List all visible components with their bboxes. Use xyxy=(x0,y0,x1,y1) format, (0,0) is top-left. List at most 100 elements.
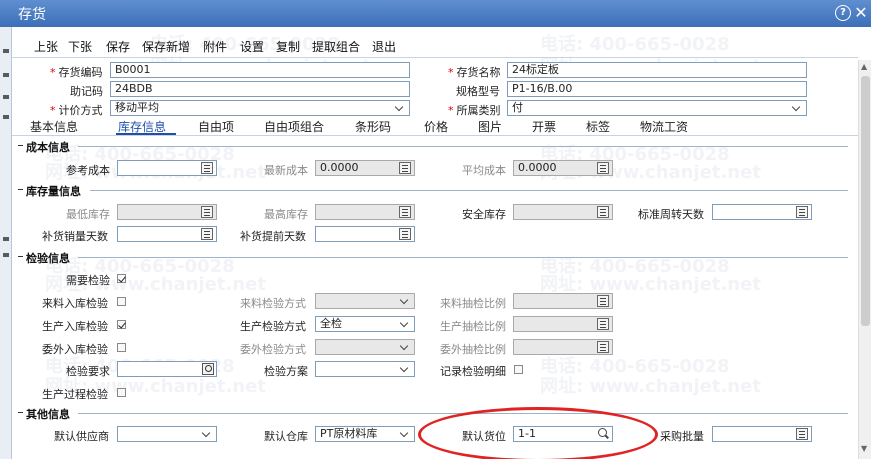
save-and-new-button[interactable]: 保存新增 xyxy=(142,38,190,55)
tab-barcode[interactable]: 条形码 xyxy=(355,118,391,135)
spec-field[interactable]: P1-16/B.00 xyxy=(507,81,807,97)
tab-free-item[interactable]: 自由项 xyxy=(198,118,234,135)
watermark: 电话: 400-665-0028 xyxy=(540,256,730,277)
default-warehouse-select[interactable]: PT原材料库 xyxy=(315,426,415,442)
costing-select[interactable]: 移动平均 xyxy=(110,100,410,116)
record-detail-checkbox[interactable] xyxy=(514,365,523,374)
default-supplier-select[interactable] xyxy=(117,426,217,442)
purchase-batch-field[interactable] xyxy=(712,426,812,442)
outsource-inspect-checkbox[interactable] xyxy=(117,343,126,352)
next-button[interactable]: 下张 xyxy=(68,38,92,55)
extract-combo-button[interactable]: 提取组合 xyxy=(312,38,360,55)
copy-button[interactable]: 复制 xyxy=(276,38,300,55)
calculator-icon[interactable] xyxy=(796,428,808,440)
settings-button[interactable]: 设置 xyxy=(240,38,264,55)
section-other-title: 其他信息 xyxy=(26,408,70,421)
default-warehouse-value: PT原材料库 xyxy=(320,427,378,440)
replenish-lead-field[interactable] xyxy=(315,226,415,242)
window-titlebar: 存货 ? ✕ xyxy=(0,0,871,27)
help-icon[interactable]: ? xyxy=(835,5,851,21)
tab-invoice[interactable]: 开票 xyxy=(532,118,556,135)
latest-cost-field: 0.0000 xyxy=(315,160,415,176)
costing-value: 移动平均 xyxy=(115,101,159,114)
tab-logistics[interactable]: 物流工资 xyxy=(640,118,688,135)
outsource-ratio-label: 委外抽检比例 xyxy=(440,343,506,356)
chevron-down-icon xyxy=(399,428,411,440)
inspect-plan-label: 检验方案 xyxy=(264,365,308,378)
replenish-qty-field[interactable] xyxy=(117,226,217,242)
avg-cost-label: 平均成本 xyxy=(462,164,506,177)
mnemonic-field[interactable]: 24BDB xyxy=(110,81,410,97)
attachment-button[interactable]: 附件 xyxy=(203,38,227,55)
calculator-icon[interactable] xyxy=(201,228,213,240)
tab-basic[interactable]: 基本信息 xyxy=(30,118,78,135)
default-supplier-label: 默认供应商 xyxy=(54,430,109,443)
tab-image[interactable]: 图片 xyxy=(478,118,502,135)
process-inspect-label: 生产过程检验 xyxy=(42,388,108,401)
calculator-icon xyxy=(597,318,609,330)
outsource-inspect-label: 委外入库检验 xyxy=(42,343,108,356)
calculator-icon xyxy=(399,206,411,218)
process-inspect-checkbox[interactable] xyxy=(117,388,126,397)
latest-cost-label: 最新成本 xyxy=(264,164,308,177)
incoming-ratio-field xyxy=(513,293,613,309)
watermark: 网址: www.chanjet.net xyxy=(540,376,761,397)
production-inspect-checkbox[interactable] xyxy=(117,320,126,329)
turnover-days-field[interactable] xyxy=(712,204,812,220)
tab-price[interactable]: 价格 xyxy=(424,118,448,135)
incoming-inspect-checkbox[interactable] xyxy=(117,297,126,306)
watermark: 电话: 400-665-0028 xyxy=(540,34,730,55)
outsource-ratio-field xyxy=(513,339,613,355)
tab-tag[interactable]: 标签 xyxy=(586,118,610,135)
category-select[interactable]: 付 xyxy=(507,100,807,116)
need-inspect-checkbox[interactable] xyxy=(117,274,126,283)
inspect-plan-select[interactable] xyxy=(315,361,415,377)
production-ratio-label: 生产抽检比例 xyxy=(440,320,506,333)
incoming-ratio-label: 来料抽检比例 xyxy=(440,297,506,310)
chevron-down-icon xyxy=(791,102,803,114)
production-method-label: 生产检验方式 xyxy=(240,320,306,333)
save-button[interactable]: 保存 xyxy=(106,38,130,55)
close-icon[interactable]: ✕ xyxy=(853,5,869,21)
code-value: B0001 xyxy=(115,63,151,76)
min-stock-label: 最低库存 xyxy=(66,208,110,221)
toolbar-divider xyxy=(12,57,858,58)
ref-cost-field[interactable] xyxy=(117,160,217,176)
calculator-icon[interactable] xyxy=(796,206,808,218)
inspect-requirement-label: 检验要求 xyxy=(66,365,110,378)
default-warehouse-label: 默认仓库 xyxy=(264,430,308,443)
exit-button[interactable]: 退出 xyxy=(372,38,396,55)
tab-free-combo[interactable]: 自由项组合 xyxy=(264,118,324,135)
avg-cost-value: 0.0000 xyxy=(518,161,557,174)
window-title: 存货 xyxy=(18,7,46,23)
calculator-icon xyxy=(597,295,609,307)
scroll-up-icon[interactable]: ▲ xyxy=(861,62,867,71)
scroll-thumb[interactable] xyxy=(861,76,870,326)
category-value: 付 xyxy=(512,101,523,114)
section-divider xyxy=(90,190,848,191)
vertical-scrollbar[interactable]: ▲ ▼ xyxy=(858,60,871,459)
calculator-icon[interactable] xyxy=(201,162,213,174)
section-marker xyxy=(18,189,23,190)
spec-value: P1-16/B.00 xyxy=(512,82,573,95)
name-field[interactable]: 24标定板 xyxy=(507,62,807,78)
replenish-lead-label: 补货提前天数 xyxy=(240,230,306,243)
calculator-icon[interactable] xyxy=(399,228,411,240)
lookup-icon[interactable] xyxy=(202,363,214,375)
need-inspect-label: 需要检验 xyxy=(66,274,110,287)
highlight-ellipse xyxy=(418,407,658,459)
prev-button[interactable]: 上张 xyxy=(34,38,58,55)
code-field[interactable]: B0001 xyxy=(110,62,410,78)
category-label: 所属类别 xyxy=(448,102,501,118)
ref-cost-label: 参考成本 xyxy=(66,164,110,177)
safe-stock-field xyxy=(513,204,613,220)
record-detail-label: 记录检验明细 xyxy=(440,365,506,378)
safe-stock-label: 安全库存 xyxy=(462,208,506,221)
chevron-down-icon xyxy=(399,318,411,330)
outsource-method-select xyxy=(315,339,415,355)
name-label: 存货名称 xyxy=(448,64,501,80)
production-method-select[interactable]: 全检 xyxy=(315,316,415,332)
inspect-requirement-field[interactable] xyxy=(117,361,217,377)
scroll-down-icon[interactable]: ▼ xyxy=(861,444,867,453)
section-marker xyxy=(18,145,23,146)
